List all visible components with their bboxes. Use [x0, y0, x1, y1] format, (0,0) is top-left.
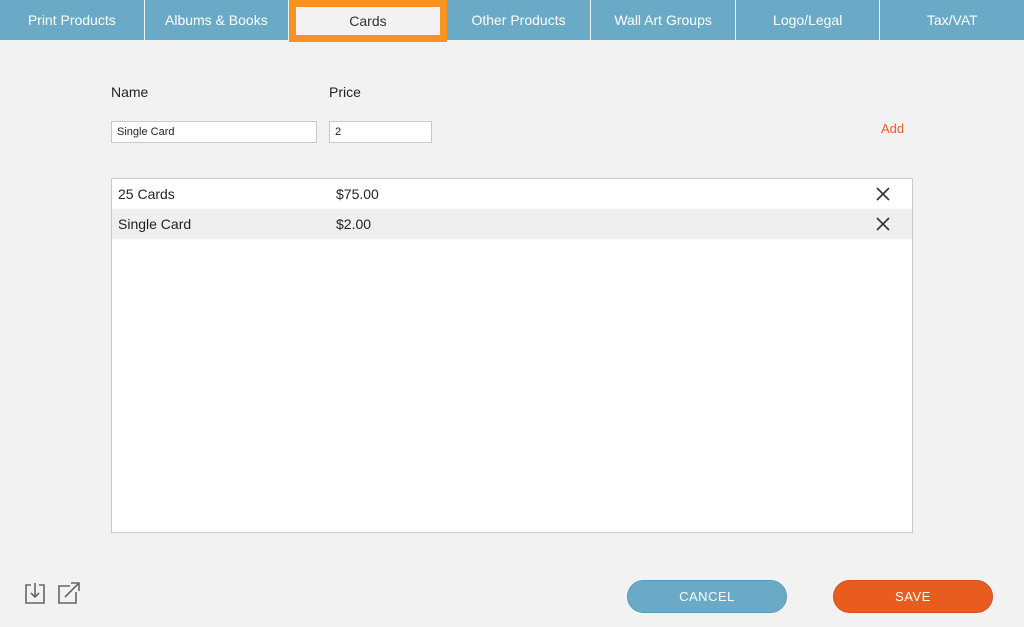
item-price: $2.00: [336, 216, 372, 232]
name-input[interactable]: [111, 121, 317, 143]
tab-wall-art-groups[interactable]: Wall Art Groups: [591, 0, 736, 40]
list-item[interactable]: 25 Cards $75.00: [112, 179, 912, 209]
tab-tax-vat[interactable]: Tax/VAT: [880, 0, 1024, 40]
item-name: 25 Cards: [118, 186, 175, 202]
import-icon[interactable]: [23, 580, 49, 606]
tab-logo-legal[interactable]: Logo/Legal: [736, 0, 881, 40]
item-name: Single Card: [118, 216, 192, 232]
name-label: Name: [111, 84, 149, 100]
tab-other-products[interactable]: Other Products: [447, 0, 592, 40]
tab-bar: Print Products Albums & Books Cards Othe…: [0, 0, 1024, 42]
price-input[interactable]: [329, 121, 432, 143]
price-label: Price: [329, 84, 361, 100]
close-icon[interactable]: [875, 216, 891, 232]
tab-cards[interactable]: Cards: [289, 0, 447, 42]
item-price: $75.00: [336, 186, 379, 202]
add-button[interactable]: Add: [881, 121, 904, 136]
cancel-button[interactable]: CANCEL: [627, 580, 787, 613]
tab-print-products[interactable]: Print Products: [0, 0, 145, 40]
tab-albums-books[interactable]: Albums & Books: [145, 0, 290, 40]
save-button[interactable]: SAVE: [833, 580, 993, 613]
list-item[interactable]: Single Card $2.00: [112, 209, 912, 239]
close-icon[interactable]: [875, 186, 891, 202]
export-icon[interactable]: [56, 580, 82, 606]
items-list: 25 Cards $75.00 Single Card $2.00: [111, 178, 913, 533]
